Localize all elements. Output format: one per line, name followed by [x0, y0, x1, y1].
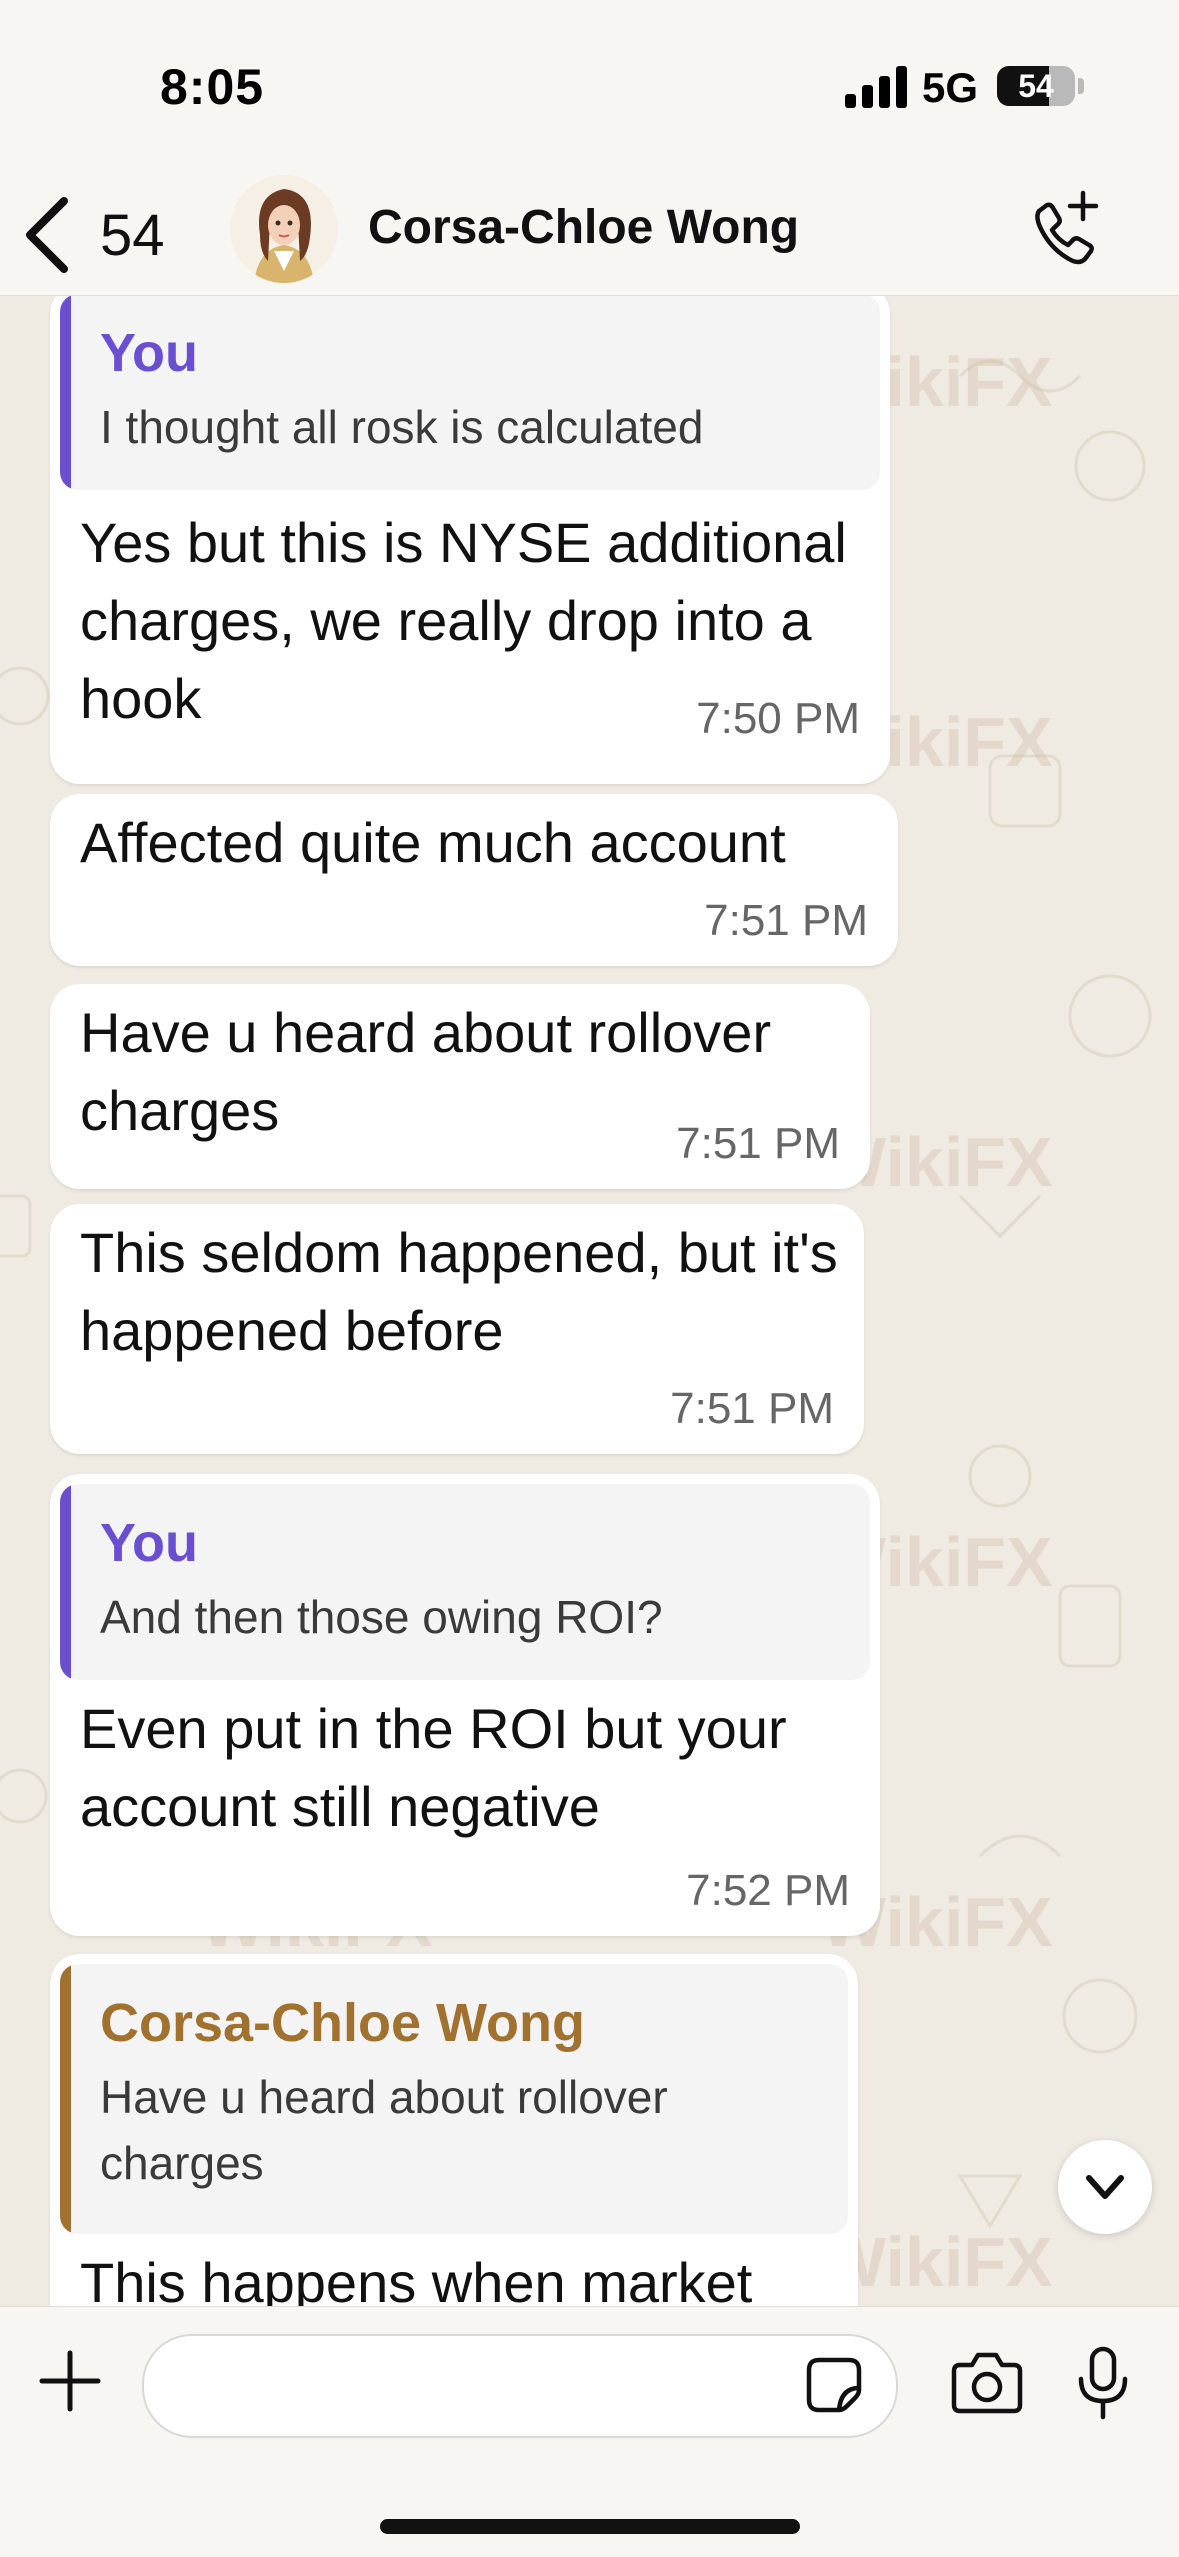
mic-icon[interactable]	[1075, 2345, 1131, 2421]
network-label: 5G	[922, 64, 979, 111]
message-bubble[interactable]: Corsa-Chloe Wong Have u heard about roll…	[50, 1954, 858, 2306]
message-text: This happens when market	[80, 2251, 753, 2306]
message-text: Affected quite much account	[80, 811, 786, 874]
status-bar: 8:05 5G 54	[0, 0, 1179, 175]
message-input[interactable]	[142, 2334, 898, 2438]
message-bubble[interactable]: Affected quite much account 7:51 PM	[50, 794, 898, 966]
message-time: 7:51 PM	[670, 1384, 834, 1433]
message-bubble[interactable]: You And then those owing ROI? Even put i…	[50, 1474, 880, 1936]
quote-text: And then those owing ROI?	[100, 1591, 663, 1643]
status-time: 8:05	[160, 59, 265, 115]
battery-level: 54	[1018, 68, 1054, 104]
sticker-icon[interactable]	[805, 2356, 863, 2414]
chat-header: 54 Corsa-Chloe Wong	[0, 175, 1179, 296]
chat-area[interactable]: WikiFX WikiFX WikiFX WikiFX WikiFX WikiF…	[0, 296, 1179, 2306]
composer-bar	[0, 2306, 1179, 2557]
plus-icon[interactable]	[38, 2349, 102, 2413]
message-bubble[interactable]: This seldom happened, but it's happened …	[50, 1204, 864, 1454]
home-indicator[interactable]	[380, 2519, 800, 2534]
message-bubble[interactable]: You I thought all rosk is calculated Yes…	[50, 296, 890, 784]
back-button[interactable]: 54	[20, 187, 165, 283]
quoted-message[interactable]: Corsa-Chloe Wong Have u heard about roll…	[60, 1964, 848, 2234]
back-chevron-icon	[26, 197, 68, 273]
phone-add-icon[interactable]	[1025, 187, 1105, 273]
signal-icon	[845, 66, 907, 108]
quote-text: Have u heard about rollover charges	[100, 2071, 668, 2189]
chevron-down-icon	[1086, 2175, 1124, 2199]
unread-count: 54	[100, 202, 165, 268]
message-text: This seldom happened, but it's happened …	[80, 1221, 838, 1362]
message-time: 7:51 PM	[676, 1119, 840, 1168]
quote-text: I thought all rosk is calculated	[100, 401, 704, 453]
message-bubble[interactable]: Have u heard about rollover charges 7:51…	[50, 984, 870, 1189]
message-time: 7:50 PM	[696, 694, 860, 743]
message-time: 7:52 PM	[686, 1866, 850, 1915]
quote-author: Corsa-Chloe Wong	[100, 1993, 585, 2053]
quote-author: You	[100, 1513, 198, 1573]
camera-icon[interactable]	[950, 2349, 1024, 2415]
message-time: 7:51 PM	[704, 896, 868, 945]
quoted-message[interactable]: You I thought all rosk is calculated	[60, 296, 880, 490]
scroll-down-button[interactable]	[1058, 2140, 1152, 2234]
quoted-message[interactable]: You And then those owing ROI?	[60, 1484, 870, 1680]
message-text: Even put in the ROI but your account sti…	[80, 1697, 787, 1838]
battery-icon: 54	[997, 66, 1075, 106]
quote-author: You	[100, 323, 198, 383]
avatar[interactable]	[230, 175, 338, 283]
contact-name[interactable]: Corsa-Chloe Wong	[368, 200, 799, 255]
